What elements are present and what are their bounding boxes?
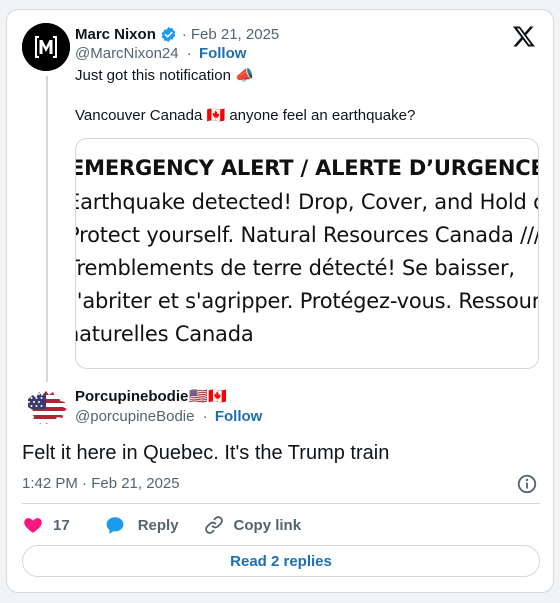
- alert-line: Protect yourself. Natural Resources Cana…: [75, 223, 539, 247]
- divider: [22, 503, 540, 504]
- reply-follow-button[interactable]: Follow: [215, 408, 263, 425]
- heart-icon: [24, 518, 42, 533]
- copy-link-button[interactable]: Copy link: [203, 514, 302, 536]
- alert-line: s'abriter et s'agripper. Protégez-vous. …: [75, 289, 539, 313]
- separator-dot: ·: [181, 25, 187, 43]
- author-name[interactable]: Marc Nixon: [75, 26, 156, 43]
- post-date[interactable]: Feb 21, 2025: [191, 26, 279, 43]
- alert-heading: EMERGENCY ALERT / ALERTE D’URGENCE: [75, 156, 539, 180]
- alert-line: Earthquake detected! Drop, Cover, and Ho…: [75, 190, 539, 214]
- reply-author-name[interactable]: Porcupinebodie: [75, 388, 188, 405]
- reply-author-flags: 🇺🇸🇨🇦: [189, 388, 227, 405]
- author-name-row: Marc Nixon · Feb 21, 2025: [75, 24, 279, 44]
- x-logo-icon[interactable]: [512, 24, 536, 48]
- separator-dot: ·: [186, 45, 192, 62]
- reply-text: Felt it here in Quebec. It's the Trump t…: [22, 442, 390, 464]
- post-text-line-2: Vancouver Canada 🇨🇦 anyone feel an earth…: [75, 107, 416, 124]
- emergency-alert-image[interactable]: EMERGENCY ALERT / ALERTE D’URGENCE Earth…: [75, 138, 539, 369]
- black-m-logo-icon: [22, 23, 70, 71]
- copy-link-label: Copy link: [233, 516, 302, 534]
- reply-bubble-icon: [106, 517, 124, 534]
- author-avatar[interactable]: [22, 23, 70, 71]
- post-text-line-1: Just got this notification 📣: [75, 67, 254, 84]
- reply-author-name-row: Porcupinebodie 🇺🇸🇨🇦: [75, 386, 227, 406]
- author-handle[interactable]: @MarcNixon24: [75, 45, 179, 62]
- link-icon: [204, 516, 223, 534]
- separator-dot: ·: [202, 408, 208, 425]
- us-flag-canada-map-avatar[interactable]: [22, 385, 70, 433]
- action-bar: 17 Reply Copy link: [22, 513, 301, 537]
- verified-badge-icon: [161, 26, 176, 42]
- author-handle-row: @MarcNixon24 · Follow: [75, 45, 246, 62]
- follow-button[interactable]: Follow: [199, 45, 247, 62]
- like-button[interactable]: 17: [22, 514, 70, 536]
- reply-label: Reply: [137, 516, 179, 534]
- like-count: 17: [53, 516, 70, 534]
- reply-timestamp[interactable]: 1:42 PM · Feb 21, 2025: [22, 475, 180, 492]
- alert-line: Tremblements de terre détecté! Se baisse…: [75, 256, 515, 280]
- read-replies-button[interactable]: Read 2 replies: [22, 545, 540, 577]
- reply-button[interactable]: Reply: [104, 514, 179, 536]
- embedded-post-card: Marc Nixon · Feb 21, 2025 @MarcNixon24 ·…: [6, 9, 554, 593]
- alert-line: naturelles Canada: [75, 322, 254, 346]
- reply-author-handle[interactable]: @porcupineBodie: [75, 408, 194, 425]
- reply-author-handle-row: @porcupineBodie · Follow: [75, 408, 262, 425]
- thread-connector-line: [46, 76, 48, 382]
- info-icon[interactable]: [516, 473, 538, 495]
